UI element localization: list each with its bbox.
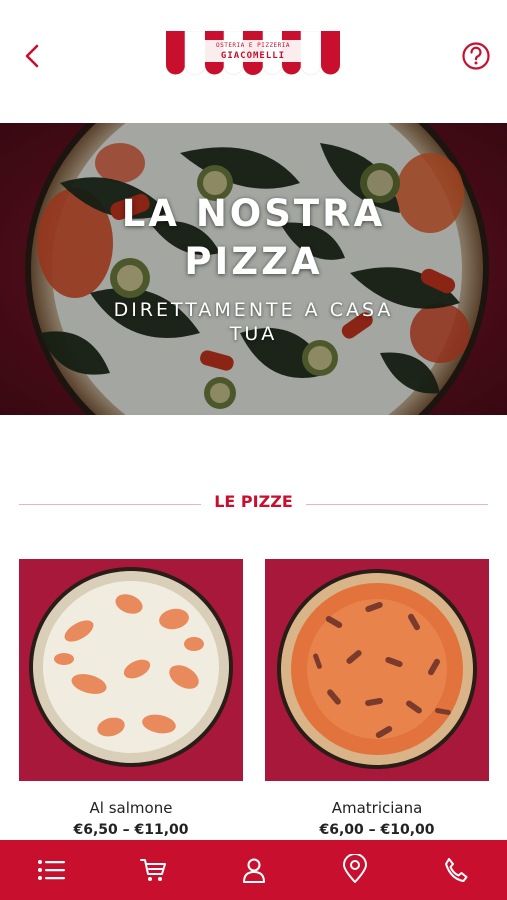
section-title: LE PIZZE bbox=[214, 492, 293, 511]
bottom-tab-bar bbox=[0, 840, 507, 900]
tab-account[interactable] bbox=[202, 840, 303, 900]
product-name[interactable]: Al salmone bbox=[19, 799, 243, 817]
product-price: €6,00 – €10,00 bbox=[319, 822, 435, 838]
app-header: OSTERIA E PIZZERIA GIACOMELLI bbox=[0, 0, 507, 123]
hero-title-line2: PIZZA bbox=[184, 240, 323, 283]
user-icon bbox=[243, 858, 265, 883]
tab-cart[interactable] bbox=[101, 840, 202, 900]
product-name[interactable]: Amatriciana bbox=[265, 799, 489, 817]
hero-title: LA NOSTRA PIZZA bbox=[0, 190, 507, 286]
product-image[interactable] bbox=[265, 559, 489, 781]
phone-icon bbox=[445, 858, 468, 882]
hero-subtitle: DIRETTAMENTE A CASA TUA bbox=[113, 299, 394, 345]
back-button[interactable] bbox=[20, 40, 46, 72]
question-circle-icon bbox=[462, 42, 490, 70]
amatriciana-pizza-image bbox=[265, 559, 489, 781]
restaurant-logo[interactable]: OSTERIA E PIZZERIA GIACOMELLI bbox=[166, 30, 340, 77]
section-divider-right bbox=[306, 504, 488, 505]
product-image[interactable] bbox=[19, 559, 243, 781]
logo-name: GIACOMELLI bbox=[220, 51, 286, 61]
product-price: €6,50 – €11,00 bbox=[73, 822, 189, 838]
tab-location[interactable] bbox=[303, 840, 404, 900]
cart-icon bbox=[140, 859, 166, 881]
tab-menu[interactable] bbox=[0, 840, 101, 900]
hero-title-line1: LA NOSTRA bbox=[121, 192, 386, 235]
chevron-left-icon bbox=[25, 44, 39, 68]
help-button[interactable] bbox=[461, 41, 491, 71]
hero-banner: LA NOSTRA PIZZA DIRETTAMENTE A CASA TUA bbox=[0, 123, 507, 415]
logo-subtitle: OSTERIA E PIZZERIA bbox=[215, 42, 291, 49]
menu-list-icon bbox=[38, 860, 65, 880]
salmon-pizza-image bbox=[19, 559, 243, 781]
tab-phone[interactable] bbox=[404, 840, 505, 900]
location-pin-icon bbox=[343, 854, 367, 883]
